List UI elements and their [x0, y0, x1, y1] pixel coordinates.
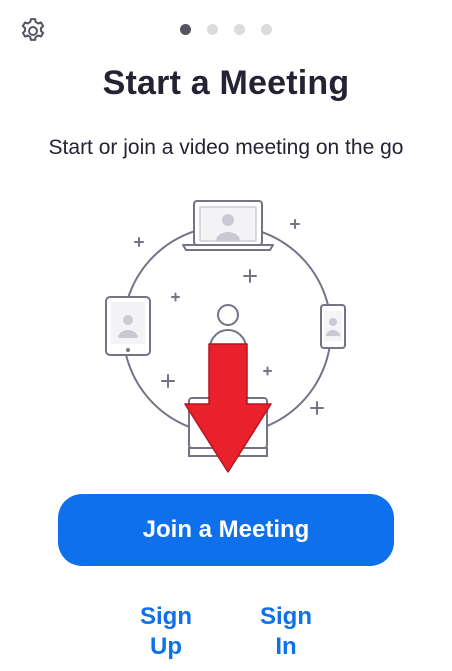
- sign-up-link[interactable]: Sign Up: [130, 602, 202, 662]
- join-meeting-button[interactable]: Join a Meeting: [58, 494, 394, 566]
- laptop-icon: [182, 200, 274, 251]
- page-dot: [207, 24, 218, 35]
- page-subtitle: Start or join a video meeting on the go: [48, 136, 404, 159]
- settings-button[interactable]: [16, 14, 50, 48]
- sign-up-label-line2: Up: [150, 633, 182, 660]
- page-dot: [261, 24, 272, 35]
- start-meeting-screen: Start a Meeting Start or join a video me…: [0, 0, 452, 671]
- sign-in-label-line2: In: [275, 633, 297, 660]
- sign-up-label-line1: Sign: [140, 603, 192, 630]
- phone-icon: [320, 304, 346, 349]
- sign-in-link[interactable]: Sign In: [250, 602, 322, 662]
- gear-icon: [21, 18, 45, 41]
- page-title: Start a Meeting: [102, 64, 350, 102]
- page-dot-active: [180, 24, 191, 35]
- tablet-icon: [105, 296, 151, 356]
- page-indicator: [180, 24, 272, 35]
- page-dot: [234, 24, 245, 35]
- meeting-illustration: [105, 200, 346, 473]
- sign-in-label-line1: Sign: [260, 603, 312, 630]
